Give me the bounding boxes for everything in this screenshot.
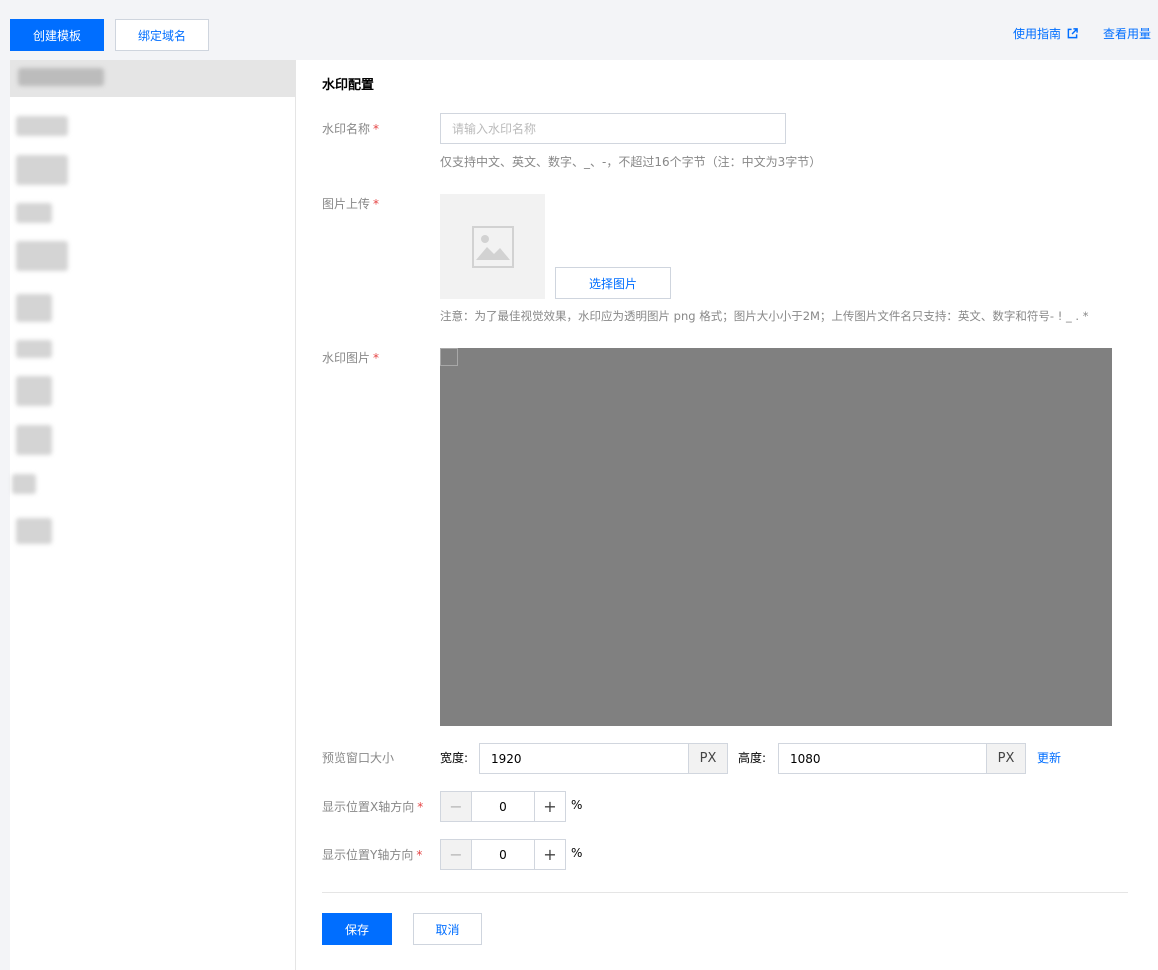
sidebar-item[interactable]: [12, 474, 36, 494]
height-input[interactable]: 1080 PX: [778, 743, 1026, 774]
width-input[interactable]: 1920 PX: [479, 743, 728, 774]
pos-x-value[interactable]: 0: [472, 792, 534, 821]
pos-y-label: 显示位置Y轴方向 *: [322, 848, 423, 862]
cancel-button[interactable]: 取消: [413, 913, 482, 945]
pos-y-unit: %: [571, 846, 583, 860]
sidebar-item[interactable]: [16, 116, 68, 136]
section-title: 水印配置: [322, 78, 375, 93]
select-image-button[interactable]: 选择图片: [555, 267, 671, 299]
pos-x-minus-button[interactable]: −: [441, 792, 472, 821]
bind-domain-button[interactable]: 绑定域名: [115, 19, 209, 51]
preview-size-label: 预览窗口大小: [322, 751, 395, 765]
sidebar-item[interactable]: [16, 294, 52, 322]
create-template-button[interactable]: 创建模板: [10, 19, 104, 51]
width-value[interactable]: 1920: [480, 744, 688, 773]
watermark-thumbnail[interactable]: [440, 348, 458, 366]
sidebar-item-active[interactable]: [10, 60, 296, 97]
pos-x-stepper[interactable]: − 0 +: [440, 791, 566, 822]
template-sidebar: [10, 60, 296, 970]
guide-link-label: 使用指南: [1013, 27, 1062, 41]
sidebar-item[interactable]: [16, 155, 68, 185]
pos-y-value[interactable]: 0: [472, 840, 534, 869]
save-button[interactable]: 保存: [322, 913, 392, 945]
width-unit: PX: [688, 744, 727, 773]
name-hint: 仅支持中文、英文、数字、_、-，不超过16个字节（注：中文为3字节）: [440, 155, 822, 169]
watermark-preview-area[interactable]: [440, 348, 1112, 726]
guide-link[interactable]: 使用指南: [1013, 25, 1078, 42]
upload-label: 图片上传 *: [322, 197, 380, 211]
sidebar-item[interactable]: [16, 241, 68, 271]
external-link-icon: [1067, 28, 1078, 39]
watermark-config-panel: 水印配置 水印名称* 仅支持中文、英文、数字、_、-，不超过16个字节（注：中文…: [296, 60, 1158, 970]
sidebar-item[interactable]: [16, 518, 52, 544]
sidebar-item[interactable]: [16, 340, 52, 358]
update-link[interactable]: 更新: [1037, 749, 1061, 766]
height-unit: PX: [986, 744, 1025, 773]
upload-hint: 注意：为了最佳视觉效果，水印应为透明图片 png 格式；图片大小小于2M；上传图…: [440, 309, 1089, 323]
pos-x-unit: %: [571, 798, 583, 812]
name-label: 水印名称 *: [322, 122, 380, 136]
pos-y-plus-button[interactable]: +: [534, 840, 565, 869]
watermark-name-input[interactable]: [440, 113, 786, 144]
height-label: 高度:: [738, 751, 767, 765]
view-usage-link[interactable]: 查看用量: [1103, 25, 1151, 42]
pos-x-label: 显示位置X轴方向 *: [322, 800, 424, 814]
height-value[interactable]: 1080: [779, 744, 986, 773]
image-preview-placeholder: [440, 194, 545, 299]
pos-x-plus-button[interactable]: +: [534, 792, 565, 821]
image-icon: [471, 225, 514, 268]
sidebar-item[interactable]: [16, 425, 52, 455]
sidebar-item[interactable]: [16, 376, 52, 406]
pos-y-minus-button[interactable]: −: [441, 840, 472, 869]
width-label: 宽度:: [440, 751, 469, 765]
pos-y-stepper[interactable]: − 0 +: [440, 839, 566, 870]
sidebar-item[interactable]: [16, 203, 52, 223]
form-divider: [322, 892, 1128, 893]
watermark-image-label: 水印图片 *: [322, 351, 380, 365]
